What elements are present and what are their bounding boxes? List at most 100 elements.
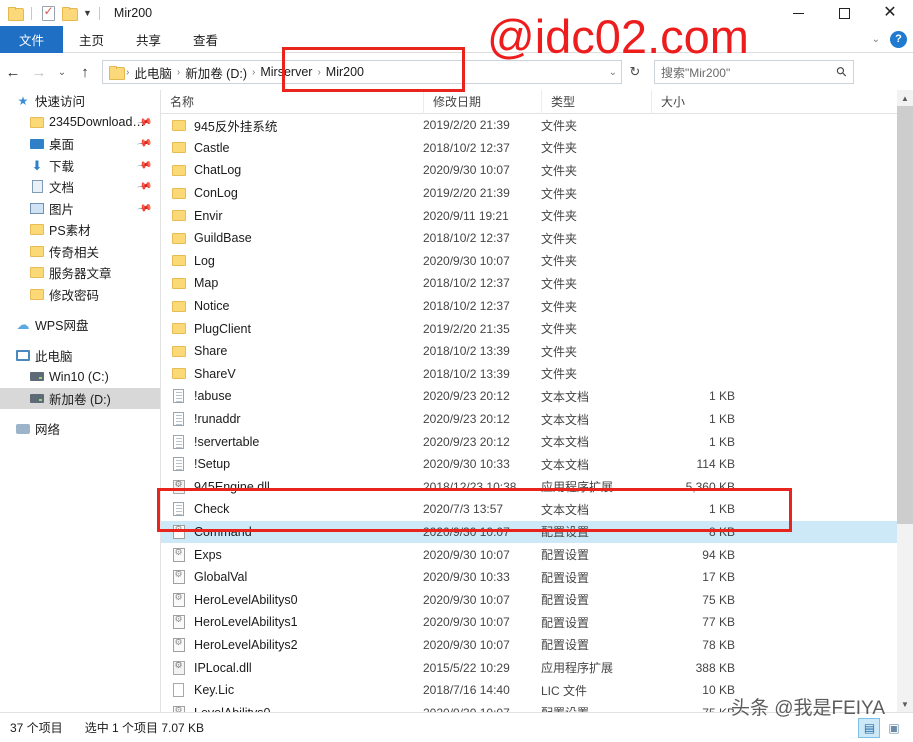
file-name-label: Envir [194,208,223,223]
sidebar-item-6[interactable]: PS素材 [0,219,160,241]
sidebar-item-8[interactable]: 服务器文章 [0,262,160,284]
sidebar-item-label: 桌面 [49,138,75,153]
file-size-cell: 388 KB [695,660,735,675]
view-details-button[interactable]: ▤ [858,717,880,738]
help-icon[interactable]: ? [890,30,907,48]
file-size-cell: 94 KB [702,547,735,562]
table-row[interactable]: Castle 2018/10/2 12:37 文件夹 [161,137,898,160]
table-row[interactable]: GlobalVal 2020/9/30 10:33 配置设置 17 KB [161,566,898,589]
tab-share[interactable]: 共享 [120,26,177,53]
back-button[interactable]: ← [0,59,26,85]
table-row[interactable]: PlugClient 2019/2/20 21:35 文件夹 [161,317,898,340]
table-row[interactable]: Command 2020/9/30 10:07 配置设置 8 KB [161,520,898,544]
file-type-cell: 文本文档 [541,412,590,427]
table-row[interactable]: Envir 2020/9/11 19:21 文件夹 [161,204,898,227]
table-row[interactable]: Share 2018/10/2 13:39 文件夹 [161,340,898,363]
breadcrumb-mirserver[interactable]: Mirserver [256,65,316,79]
tab-view[interactable]: 查看 [177,26,234,53]
address-dropdown-icon[interactable]: ⌄ [609,67,617,78]
file-list-pane[interactable]: 名称 修改日期 类型 大小 945反外挂系统 2019/2/20 21:39 文件夹… [161,90,898,712]
table-row[interactable]: ShareV 2018/10/2 13:39 文件夹 [161,363,898,386]
table-row[interactable]: Notice 2018/10/2 12:37 文件夹 [161,295,898,318]
scroll-down-arrow-icon[interactable]: ▼ [897,696,913,712]
folder-icon[interactable] [6,4,24,22]
close-button[interactable]: ✕ [867,0,913,26]
column-header-size[interactable]: 大小 [651,90,743,114]
column-header-type[interactable]: 类型 [541,90,651,114]
recent-locations-button[interactable]: ⌄ [52,59,72,85]
folder-icon [170,142,187,154]
search-input[interactable]: 搜索"Mir200" ⚲ [654,60,854,84]
table-row[interactable]: IPLocal.dll 2015/5/22 10:29 应用程序扩展 388 KB [161,656,898,679]
table-row[interactable]: HeroLevelAbilitys0 2020/9/30 10:07 配置设置 75 … [161,588,898,611]
sidebar-item-label: 下载 [49,159,75,174]
table-row[interactable]: Log 2020/9/30 10:07 文件夹 [161,250,898,273]
customize-caret-icon[interactable]: ▼ [83,8,92,18]
breadcrumb-drive-d[interactable]: 新加卷 (D:) [181,63,251,82]
chevron-down-icon[interactable]: ⌄ [872,34,880,45]
table-row[interactable]: ConLog 2019/2/20 21:39 文件夹 [161,182,898,205]
file-type-cell: LIC 文件 [541,683,588,698]
star-icon: ★ [17,93,29,108]
navigation-pane[interactable]: ★ 快速访问 2345Download… 📌 桌面 📌 ⬇ 下载 📌 文档 📌 图片 📌 PS素材 传奇相关… [0,90,161,712]
table-row[interactable]: Map 2018/10/2 12:37 文件夹 [161,272,898,295]
file-name-cell: Check [161,502,423,517]
table-row[interactable]: !abuse 2020/9/23 20:12 文本文档 1 KB [161,385,898,408]
minimize-button[interactable] [775,0,821,26]
table-row[interactable]: !Setup 2020/9/30 10:33 文本文档 114 KB [161,453,898,476]
view-large-icons-button[interactable]: ▣ [883,718,905,738]
tab-file[interactable]: 文件 [0,26,64,53]
table-row[interactable]: ChatLog 2020/9/30 10:07 文件夹 [161,159,898,182]
table-row[interactable]: HeroLevelAbilitys2 2020/9/30 10:07 配置设置 78 … [161,634,898,657]
sidebar-item-3[interactable]: ⬇ 下载 📌 [0,155,160,177]
scroll-up-arrow-icon[interactable]: ▲ [897,90,913,106]
table-row[interactable]: GuildBase 2018/10/2 12:37 文件夹 [161,227,898,250]
vertical-scrollbar[interactable]: ▲ ▼ [897,90,913,712]
tab-home[interactable]: 主页 [63,26,120,53]
breadcrumb-this-pc[interactable]: 此电脑 [130,63,176,82]
pin-icon[interactable]: 📌 [136,200,153,216]
file-name-cell: 945Engine.dll [161,479,423,494]
sidebar-item-2[interactable]: 桌面 📌 [0,133,160,155]
pin-icon[interactable]: 📌 [136,157,153,173]
table-row[interactable]: 945Engine.dll 2018/12/23 10:38 应用程序扩展 5,360… [161,476,898,499]
address-bar[interactable]: › 此电脑 › 新加卷 (D:) › Mirserver › Mir200 ⌄ [102,60,622,84]
table-row[interactable]: Key.Lic 2018/7/16 14:40 LIC 文件 10 KB [161,679,898,702]
sidebar-item-11[interactable]: 此电脑 [0,345,160,367]
file-name-cell: ShareV [161,367,423,381]
file-name-cell: 945反外挂系统 [161,116,423,135]
table-row[interactable]: Check 2020/7/3 13:57 文本文档 1 KB [161,498,898,521]
column-header-date[interactable]: 修改日期 [423,90,541,114]
table-row[interactable]: LevelAbilitys02020/9/30 10:07配置设置75 KB [161,701,898,712]
table-row[interactable]: !servertable 2020/9/23 20:12 文本文档 1 KB [161,430,898,453]
new-folder-icon[interactable] [60,4,78,22]
forward-button[interactable]: → [26,59,52,85]
column-header-name[interactable]: 名称 [161,90,423,114]
sidebar-item-4[interactable]: 文档 📌 [0,176,160,198]
sidebar-item-12[interactable]: Win10 (C:) [0,366,160,388]
table-row[interactable]: Exps 2020/9/30 10:07 配置设置 94 KB [161,543,898,566]
file-type-cell: 文件夹 [541,163,578,178]
file-date-cell: 2020/9/30 10:07 [423,592,510,607]
table-row[interactable]: 945反外挂系统 2019/2/20 21:39 文件夹 [161,114,898,137]
up-button[interactable]: ↑ [72,59,98,85]
sidebar-item-9[interactable]: 修改密码 [0,284,160,306]
sidebar-item-0[interactable]: ★ 快速访问 [0,90,160,112]
sidebar-item-13[interactable]: 新加卷 (D:) [0,387,160,409]
scrollbar-thumb[interactable] [897,106,913,524]
search-icon[interactable]: ⚲ [833,63,851,81]
refresh-button[interactable]: ↻ [622,59,648,85]
sidebar-item-5[interactable]: 图片 📌 [0,198,160,220]
sidebar-item-7[interactable]: 传奇相关 [0,241,160,263]
breadcrumb-mir200[interactable]: Mir200 [322,65,368,79]
maximize-button[interactable] [821,0,867,26]
table-row[interactable]: !runaddr 2020/9/23 20:12 文本文档 1 KB [161,408,898,431]
pin-icon[interactable]: 📌 [136,179,153,195]
properties-icon[interactable] [39,4,57,22]
sidebar-item-1[interactable]: 2345Download… 📌 [0,112,160,134]
sidebar-item-14[interactable]: 网络 [0,418,160,440]
file-type-cell: 文件夹 [541,141,578,156]
sidebar-item-10[interactable]: ☁ WPS网盘 [0,314,160,336]
pin-icon[interactable]: 📌 [136,136,153,152]
table-row[interactable]: HeroLevelAbilitys1 2020/9/30 10:07 配置设置 77 … [161,611,898,634]
